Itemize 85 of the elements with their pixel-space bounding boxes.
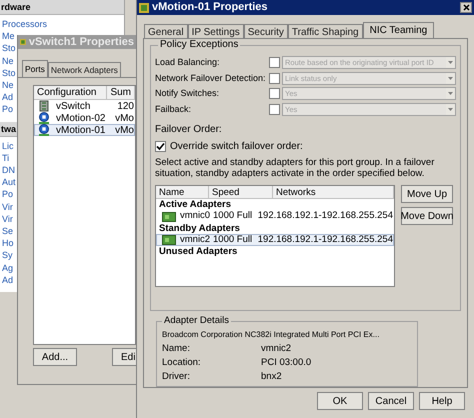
section-header: rdware [0, 0, 124, 15]
tab[interactable]: NIC Teaming [362, 22, 434, 38]
sidebar-link[interactable]: Vir [2, 212, 13, 226]
field-value: bnx2 [261, 370, 282, 384]
sidebar-link[interactable]: Lic [2, 140, 14, 152]
window-icon [139, 2, 149, 12]
sidebar-link[interactable]: Po [2, 188, 14, 201]
field-label: Location: [162, 356, 202, 370]
field-label: Network Failover Detection: [155, 72, 267, 84]
sidebar-link[interactable]: Ag [2, 262, 14, 274]
button[interactable]: Move Up [401, 185, 453, 203]
window-icon [20, 37, 26, 47]
table-cell-text: 1000 Full [212, 209, 254, 224]
sidebar-link[interactable]: Aut [2, 176, 16, 188]
sidebar-link[interactable]: Processors [2, 18, 48, 30]
column-header[interactable]: Configuration [34, 86, 108, 99]
sidebar-link[interactable]: Ne [2, 79, 14, 92]
sidebar-link[interactable]: Sto [2, 66, 16, 80]
section-label: Failover Order: [155, 124, 223, 136]
button[interactable]: Cancel [368, 392, 414, 410]
checkbox-label: Override switch failover order: [170, 140, 303, 154]
table-cell-text: 192.168.192.1-192.168.255.254 [256, 209, 393, 224]
window-title: vSwitch1 Properties [28, 35, 134, 50]
sidebar-link[interactable]: Ho [2, 237, 14, 250]
sidebar-link[interactable]: Se [2, 225, 14, 238]
group-title: Adapter Details [162, 315, 231, 327]
button[interactable]: Add... [33, 348, 77, 366]
button[interactable]: Edi [112, 348, 136, 366]
button[interactable]: Help [419, 392, 465, 410]
sidebar-link[interactable]: DN [2, 164, 15, 176]
network-port-icon [38, 124, 50, 136]
sidebar-link[interactable]: Sy [2, 249, 13, 262]
table-cell-text: 192.168.192.1-192.168.255.254 [256, 232, 393, 247]
button[interactable]: Move Down [401, 207, 453, 225]
field-label: Load Balancing: [155, 56, 221, 69]
tab[interactable]: IP Settings [188, 24, 244, 38]
close-button[interactable] [460, 2, 472, 13]
adapter-row[interactable]: vmnic0 1000 Full 192.168.192.1-192.168.255.254 [156, 210, 394, 222]
tab[interactable]: Ports [22, 60, 48, 77]
network-port-icon [38, 112, 50, 124]
adapter-description: Broadcom Corporation NC382i Integrated Multi Port PCI Ex... [162, 329, 380, 341]
table-cell-text: vmnic0 [180, 209, 210, 224]
column-header[interactable]: Sum [107, 86, 135, 99]
adapter-row[interactable]: vmnic2 1000 Full 192.168.192.1-192.168.255.254 [156, 234, 394, 246]
column-header[interactable]: Networks [273, 186, 394, 198]
tab[interactable]: General [144, 24, 188, 38]
sidebar-link[interactable]: Po [2, 103, 14, 116]
network-card-icon [162, 212, 176, 222]
group-heading: Standby Adapters [158, 222, 241, 234]
column-header[interactable]: Name [156, 186, 209, 198]
field-label: Failback: [155, 102, 192, 116]
field-value: PCI 03:00.0 [261, 356, 312, 370]
switch-icon [38, 100, 50, 112]
table-cell-text: vSwitch [56, 100, 90, 114]
button[interactable]: OK [317, 392, 363, 410]
table-cell-text: vmnic2 [180, 233, 210, 247]
sidebar-link[interactable]: Vir [2, 200, 13, 213]
tab[interactable]: Security [244, 24, 288, 38]
field-label: Driver: [162, 370, 191, 384]
sidebar-link[interactable]: Me [2, 30, 15, 42]
field-label: Notify Switches: [155, 87, 220, 100]
list-row[interactable]: vMotion-01 vMo [34, 124, 135, 136]
group-title: Policy Exceptions [158, 39, 240, 51]
sidebar-link[interactable]: Ne [2, 54, 14, 67]
field-label: Name: [162, 342, 191, 356]
field-value: vmnic2 [261, 342, 292, 356]
sidebar-link[interactable]: Ad [2, 274, 14, 286]
group-heading: Active Adapters [158, 199, 232, 210]
list-row[interactable]: vMotion-02 vMo [34, 112, 135, 124]
table-cell-text: 120 [116, 100, 134, 114]
tab[interactable]: Traffic Shaping [288, 24, 363, 38]
tab[interactable]: Network Adapters [48, 62, 121, 77]
sidebar-link[interactable]: Sto [2, 42, 16, 55]
close-icon [462, 4, 470, 11]
checkbox[interactable] [155, 141, 166, 152]
sidebar-link[interactable]: Ad [2, 91, 14, 104]
window-title: vMotion-01 Properties [152, 0, 269, 16]
network-card-icon [162, 235, 176, 245]
list-row[interactable]: vSwitch 120 [34, 100, 135, 112]
description-text: Select active and standby adapters for this port group. In a failover situation, standby adapters activate in the order specified below. [155, 157, 436, 179]
sidebar-link[interactable]: Ti [2, 152, 10, 164]
group-heading: Unused Adapters [158, 246, 238, 258]
table-cell-text: vMotion-01 [56, 124, 106, 138]
column-header[interactable]: Speed [209, 186, 273, 198]
table-cell-text: 1000 Full [212, 233, 254, 247]
